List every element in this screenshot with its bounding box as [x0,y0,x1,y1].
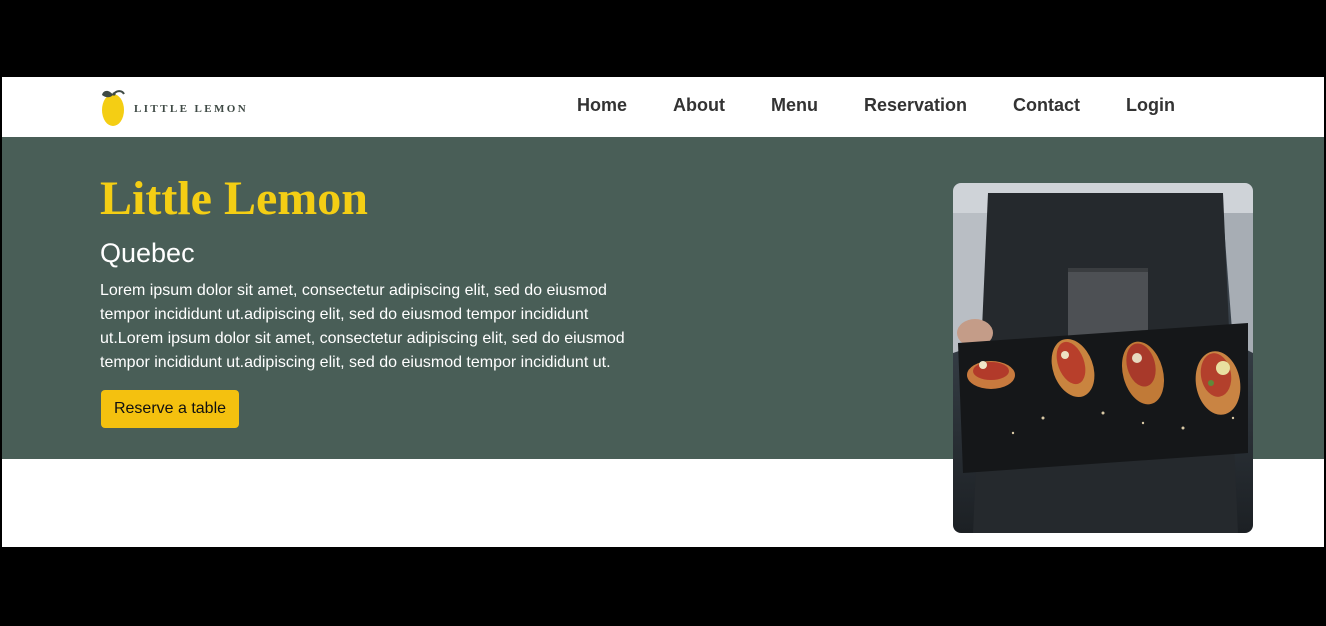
nav-contact[interactable]: Contact [1013,94,1080,116]
site-header: LITTLE LEMON Home About Menu Reservation… [2,77,1324,137]
reserve-table-button[interactable]: Reserve a table [101,390,239,428]
lemon-icon [102,90,125,126]
logo[interactable]: LITTLE LEMON [100,83,248,131]
nav-home[interactable]: Home [577,94,627,116]
page: LITTLE LEMON Home About Menu Reservation… [2,77,1324,547]
nav-about[interactable]: About [673,94,725,116]
logo-text: LITTLE LEMON [134,103,249,115]
hero-subtitle: Quebec [100,238,195,268]
nav-login[interactable]: Login [1126,94,1175,116]
hero-image [953,183,1253,533]
main-nav: Home About Menu Reservation Contact Logi… [577,94,1221,116]
hero-description: Lorem ipsum dolor sit amet, consectetur … [100,282,625,371]
hero-title: Little Lemon [100,172,368,225]
nav-menu[interactable]: Menu [771,94,818,116]
nav-reservation[interactable]: Reservation [864,94,967,116]
